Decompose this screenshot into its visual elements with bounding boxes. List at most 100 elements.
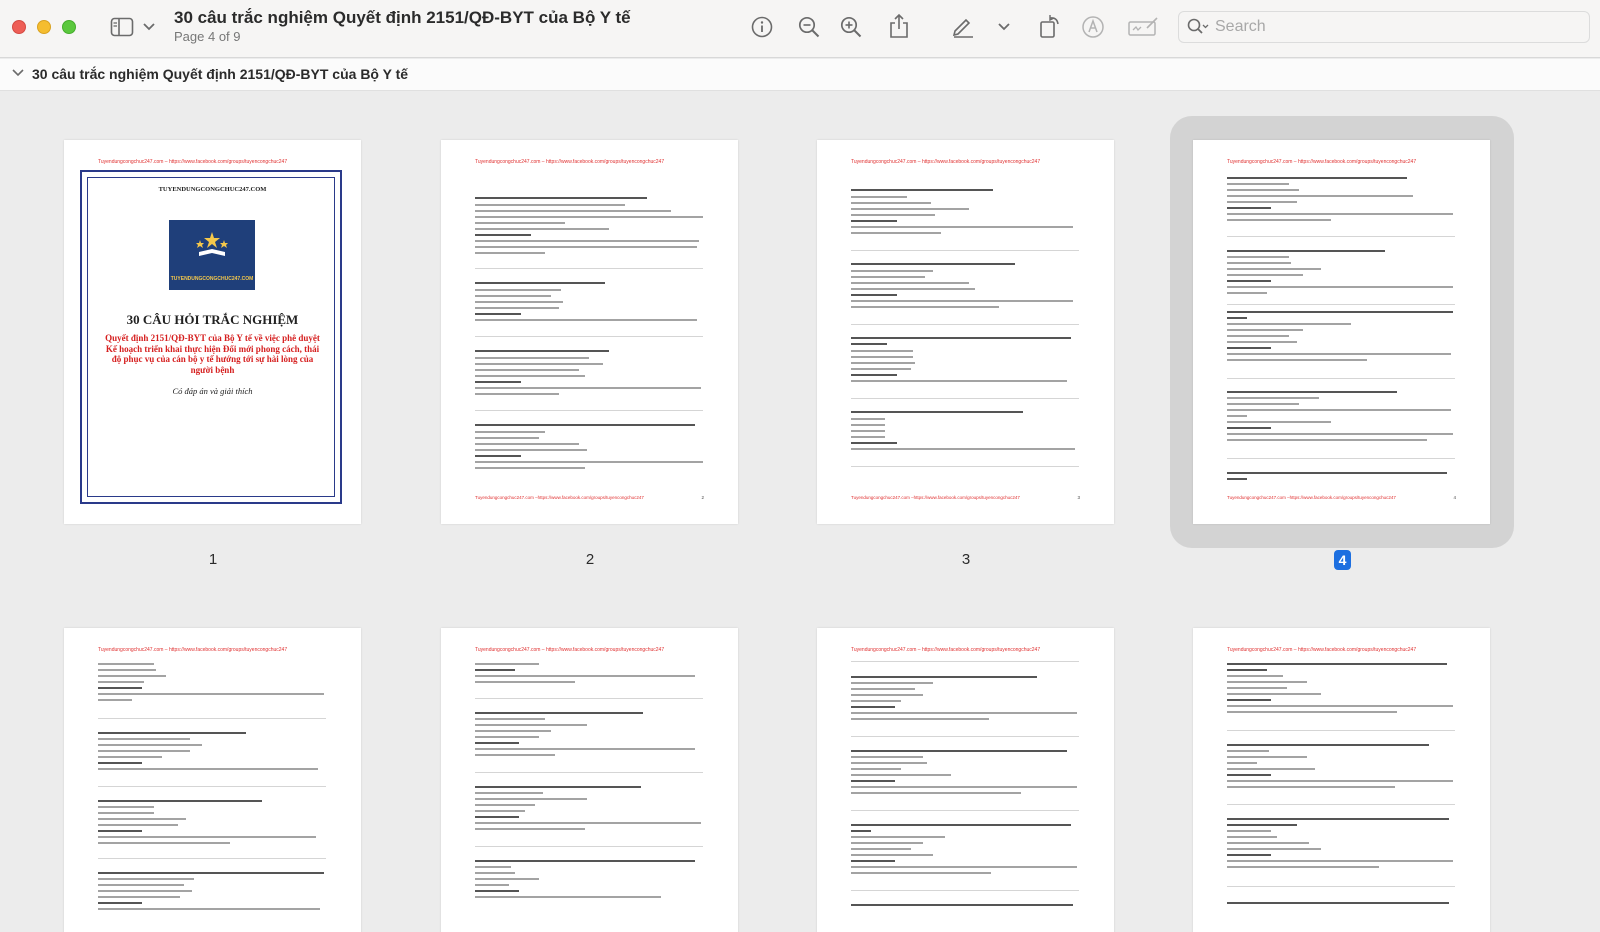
page-thumbnail-4[interactable]: Tuyendungcongchuc247.com – https://www.f… [1193,140,1490,524]
text-line [475,461,703,463]
text-line [1227,183,1289,185]
text-line [475,357,589,359]
cover-site: TUYENDUNGCONGCHUC247.COM [158,186,267,193]
text-line [851,368,911,370]
text-line [851,276,925,278]
page-footer: Tuyendungcongchuc247.com –https://www.fa… [851,495,1020,500]
text-line [1227,433,1453,435]
separator [851,890,1079,891]
markup-options-button[interactable] [997,20,1011,34]
zoom-out-button[interactable] [797,15,821,39]
text-line [475,307,559,309]
page-thumbnail-2[interactable]: Tuyendungcongchuc247.com – https://www.f… [441,140,738,524]
text-line [1227,774,1271,776]
text-line [851,688,915,690]
cover-heading: 30 CÂU HỎI TRẮC NGHIỆM [126,312,299,327]
text-line [1227,286,1453,288]
text-line [1227,189,1299,191]
text-line [1227,824,1297,826]
separator [1227,730,1455,731]
separator [98,718,326,719]
text-line [851,866,1077,868]
text-line [475,718,545,720]
text-line [1227,219,1331,221]
search-field[interactable]: Search [1178,11,1590,43]
page-header: Tuyendungcongchuc247.com – https://www.f… [475,159,665,165]
text-line [1227,860,1453,862]
page-thumbnail-8[interactable]: Tuyendungcongchuc247.com – https://www.f… [1193,628,1490,932]
page-thumbnail-7[interactable]: Tuyendungcongchuc247.com – https://www.f… [817,628,1114,932]
page-thumbnail-6[interactable]: Tuyendungcongchuc247.com – https://www.f… [441,628,738,932]
text-line [851,842,923,844]
text-line [851,337,1071,339]
text-line [1227,427,1271,429]
annotate-button[interactable] [1080,14,1106,40]
search-icon [1187,18,1209,34]
text-line [851,380,1067,382]
signature-icon [1128,17,1158,36]
close-window-button[interactable] [12,20,26,34]
info-button[interactable] [750,15,774,39]
text-line [1227,353,1451,355]
page-thumbnail-5[interactable]: Tuyendungcongchuc247.com – https://www.f… [64,628,361,932]
text-line [851,774,951,776]
text-line [98,675,166,677]
text-line [851,904,1073,906]
text-line [475,313,521,315]
text-line [851,306,999,308]
sidebar-options-button[interactable] [142,18,156,36]
page-label-4-selected[interactable]: 4 [1334,550,1351,570]
text-line [98,884,184,886]
text-line [475,828,585,830]
text-line [475,234,531,236]
text-line [475,295,551,297]
separator [1227,804,1455,805]
rotate-button[interactable] [1037,12,1063,40]
text-line [1227,421,1331,423]
separator [1227,458,1455,459]
outline-header[interactable]: 30 câu trắc nghiệm Quyết định 2151/QĐ-BY… [0,59,1600,91]
markup-button[interactable] [950,13,976,39]
separator [98,786,326,787]
separator [1227,236,1455,237]
text-line [1227,274,1303,276]
minimize-window-button[interactable] [37,20,51,34]
text-line [1227,341,1297,343]
text-line [851,208,969,210]
page-thumbnail-1[interactable]: Tuyendungcongchuc247.com – https://www.f… [64,140,361,524]
page-label-1[interactable]: 1 [193,551,233,568]
chevron-down-icon[interactable] [12,68,24,78]
text-line [475,890,519,892]
sidebar-toggle-button[interactable] [108,15,136,39]
text-line [475,252,545,254]
text-line [98,687,142,689]
page-label-3[interactable]: 3 [946,551,986,568]
separator [851,250,1079,251]
text-line [1227,439,1427,441]
text-line [98,669,156,671]
page-footer: Tuyendungcongchuc247.com –https://www.fa… [1227,495,1396,500]
text-line [98,756,162,758]
zoom-in-button[interactable] [839,15,863,39]
document-title: 30 câu trắc nghiệm Quyết định 2151/QĐ-BY… [174,8,631,27]
share-button[interactable] [887,12,911,40]
text-line [851,343,887,345]
zoom-window-button[interactable] [62,20,76,34]
page-thumbnail-3[interactable]: Tuyendungcongchuc247.com – https://www.f… [817,140,1114,524]
text-line [851,356,913,358]
text-line [1227,780,1453,782]
text-line [1227,195,1413,197]
text-line [851,854,933,856]
text-line [98,818,186,820]
text-line [98,842,230,844]
separator [475,772,703,773]
chevron-down-icon [998,23,1010,31]
separator [1227,378,1455,379]
text-line [98,681,144,683]
page-header: Tuyendungcongchuc247.com – https://www.f… [851,159,1041,165]
text-line [1227,250,1385,252]
text-line [1227,842,1309,844]
text-line [1227,902,1449,904]
page-label-2[interactable]: 2 [570,551,610,568]
signature-button[interactable] [1126,14,1160,40]
